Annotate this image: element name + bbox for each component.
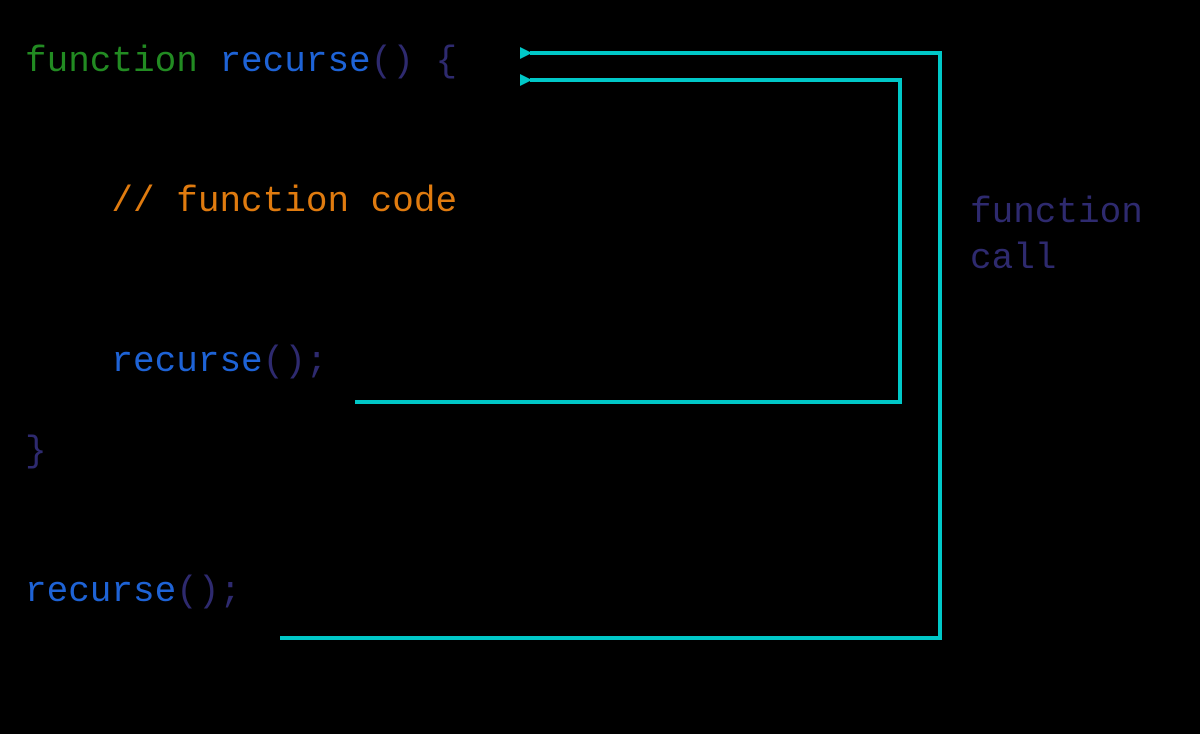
outer-call-name: recurse xyxy=(25,571,176,612)
label-line1: function xyxy=(970,192,1143,233)
keyword-function: function xyxy=(25,41,198,82)
code-line-comment: // function code xyxy=(25,180,457,270)
code-line-inner-call: recurse(); xyxy=(25,340,457,430)
close-brace: } xyxy=(25,431,47,472)
function-name: recurse xyxy=(219,41,370,82)
blank-line xyxy=(25,490,457,570)
comment: // function code xyxy=(111,181,457,222)
code-line-outer-call: recurse(); xyxy=(25,570,457,660)
code-line-def: function recurse() { xyxy=(25,40,457,130)
label-line2: call xyxy=(970,238,1056,279)
inner-call-tail: (); xyxy=(263,341,328,382)
blank-line xyxy=(25,130,457,180)
open-brace: { xyxy=(414,41,457,82)
outer-call-tail: (); xyxy=(176,571,241,612)
blank-line xyxy=(25,270,457,340)
parens: () xyxy=(371,41,414,82)
inner-call-name: recurse xyxy=(111,341,262,382)
label-function-call: function call xyxy=(970,190,1143,282)
code-block: function recurse() { // function code re… xyxy=(25,40,457,660)
code-line-close: } xyxy=(25,430,457,490)
